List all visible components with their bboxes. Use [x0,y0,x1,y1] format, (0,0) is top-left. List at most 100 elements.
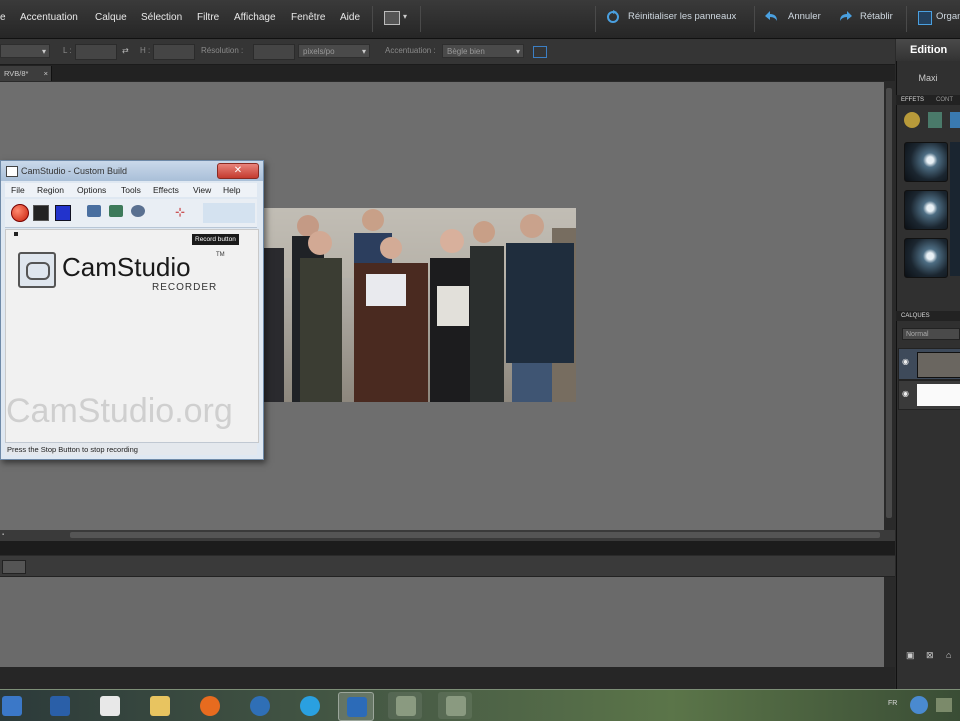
chevron-down-icon[interactable]: ▾ [403,12,407,21]
bin-dropdown[interactable] [2,560,26,574]
width-field[interactable] [75,44,117,60]
link-icon[interactable]: ⊠ [926,650,934,661]
taskbar-app[interactable] [242,692,276,719]
notification-icon[interactable] [910,696,928,714]
annotation-icon[interactable] [131,205,145,217]
cam-menu-view[interactable]: View [193,185,211,195]
menu-separator [420,6,421,32]
folder-icon[interactable] [142,692,176,719]
organizer-button[interactable]: Organ [936,11,960,22]
camstudio-toolbar: ⊹ [5,199,257,228]
camstudio-logo-subtitle: RECORDER [152,282,218,293]
group-photo[interactable] [262,208,576,402]
cam-menu-tools[interactable]: Tools [121,185,141,195]
layer-row[interactable]: ◉ [898,348,960,380]
cam-menu-help[interactable]: Help [223,185,240,195]
layers-tab[interactable]: CALQUES [901,311,930,321]
document-tab-row [0,65,895,81]
undo-icon[interactable] [765,10,779,24]
effect-thumbnail-column[interactable] [950,142,960,276]
commit-icon[interactable] [533,46,547,58]
effect-thumbnail[interactable] [904,190,948,230]
redo-button[interactable]: Rétablir [860,11,893,22]
new-layer-icon[interactable]: ▣ [906,650,915,661]
filters-icon[interactable] [904,112,920,128]
layers-tab-row: CALQUES [896,311,960,321]
internet-explorer-icon[interactable] [292,692,326,719]
maxi-mode-button[interactable]: Maxi [896,67,960,89]
effect-thumbnail[interactable] [904,238,948,278]
close-icon[interactable]: × [44,66,48,81]
layout-icon[interactable] [384,11,400,25]
zoom-readout: ▪ [2,532,5,538]
scrollbar-thumb[interactable] [886,88,892,518]
taskbar-app[interactable] [92,692,126,719]
document-tab-label: RVB/8* [4,69,29,78]
menu-affichage[interactable]: Affichage [234,12,276,23]
cam-menu-options[interactable]: Options [77,185,106,195]
photo-effects-icon[interactable] [950,112,960,128]
effects-tab[interactable]: EFFETS [901,95,924,105]
menu-calque[interactable]: Calque [95,12,127,23]
effect-thumbnail[interactable] [904,142,948,182]
undo-button[interactable]: Annuler [788,11,821,22]
tool-preset-dropdown[interactable] [0,44,50,59]
reset-panels-button[interactable]: Réinitialiser les panneaux [628,11,736,22]
menu-bar: e Accentuation Calque Sélection Filtre A… [0,0,960,39]
close-button[interactable]: ✕ [217,163,259,179]
height-field[interactable] [153,44,195,60]
canvas-vertical-scrollbar[interactable] [884,82,895,530]
cam-menu-effects[interactable]: Effects [153,185,179,195]
resolution-field[interactable] [253,44,295,60]
trash-icon[interactable]: ⌂ [946,650,951,660]
menu-fenetre[interactable]: Fenêtre [291,12,325,23]
firefox-icon[interactable] [192,692,226,719]
resolution-unit-dropdown[interactable]: pixels/po [298,44,370,59]
menu-aide[interactable]: Aide [340,12,360,23]
tray-icon[interactable] [936,698,952,712]
layers-footer: ▣ ⊠ ⌂ [900,646,960,666]
edit-tab[interactable]: Edition [896,39,960,61]
project-bin-bar [0,556,895,577]
blend-mode-dropdown[interactable]: Normal [902,328,960,340]
reset-panels-icon[interactable] [606,10,620,24]
menu-selection[interactable]: Sélection [141,12,182,23]
input-language[interactable]: FR [888,700,897,707]
canvas-horizontal-scrollbar[interactable] [70,532,880,538]
cam-menu-region[interactable]: Region [37,185,64,195]
menu-separator [754,6,755,32]
content-tab[interactable]: CONT [936,95,953,105]
autopan-icon[interactable]: ⊹ [175,205,189,219]
bin-scrollbar[interactable] [884,577,895,667]
region-icon[interactable] [87,205,101,217]
options-icon[interactable] [109,205,123,217]
menu-filtre[interactable]: Filtre [197,12,219,23]
organizer-icon[interactable] [918,11,932,25]
smoothing-dropdown[interactable]: Bègle bien [442,44,524,59]
record-button[interactable] [11,204,29,222]
smoothing-label: Accentuation : [385,46,436,55]
document-tab[interactable]: RVB/8* × [0,66,52,81]
camstudio-window[interactable]: CamStudio - Custom Build ✕ File Region O… [0,160,264,460]
cam-menu-file[interactable]: File [11,185,25,195]
options-bar: L : ⇄ H : Résolution : pixels/po Accentu… [0,39,895,65]
effects-tab-row: EFFETS CONT [896,95,960,105]
styles-icon[interactable] [928,112,942,128]
visibility-icon[interactable]: ◉ [902,389,909,398]
stop-button[interactable] [55,205,71,221]
taskbar-app-active[interactable] [338,692,374,721]
visibility-icon[interactable]: ◉ [902,357,909,366]
taskbar-app[interactable] [388,692,422,719]
bin-divider[interactable] [0,541,895,555]
redo-icon[interactable] [838,10,852,24]
taskbar-app[interactable] [42,692,76,719]
pause-button[interactable] [33,205,49,221]
layer-row[interactable]: ◉ [898,380,960,410]
start-button[interactable] [0,692,34,719]
project-bin[interactable] [0,577,884,667]
menu-file-partial[interactable]: e [0,12,6,23]
swap-icon[interactable]: ⇄ [122,46,129,55]
taskbar-app[interactable] [438,692,472,719]
layer-thumbnail [917,352,960,378]
menu-accentuation[interactable]: Accentuation [20,12,78,23]
